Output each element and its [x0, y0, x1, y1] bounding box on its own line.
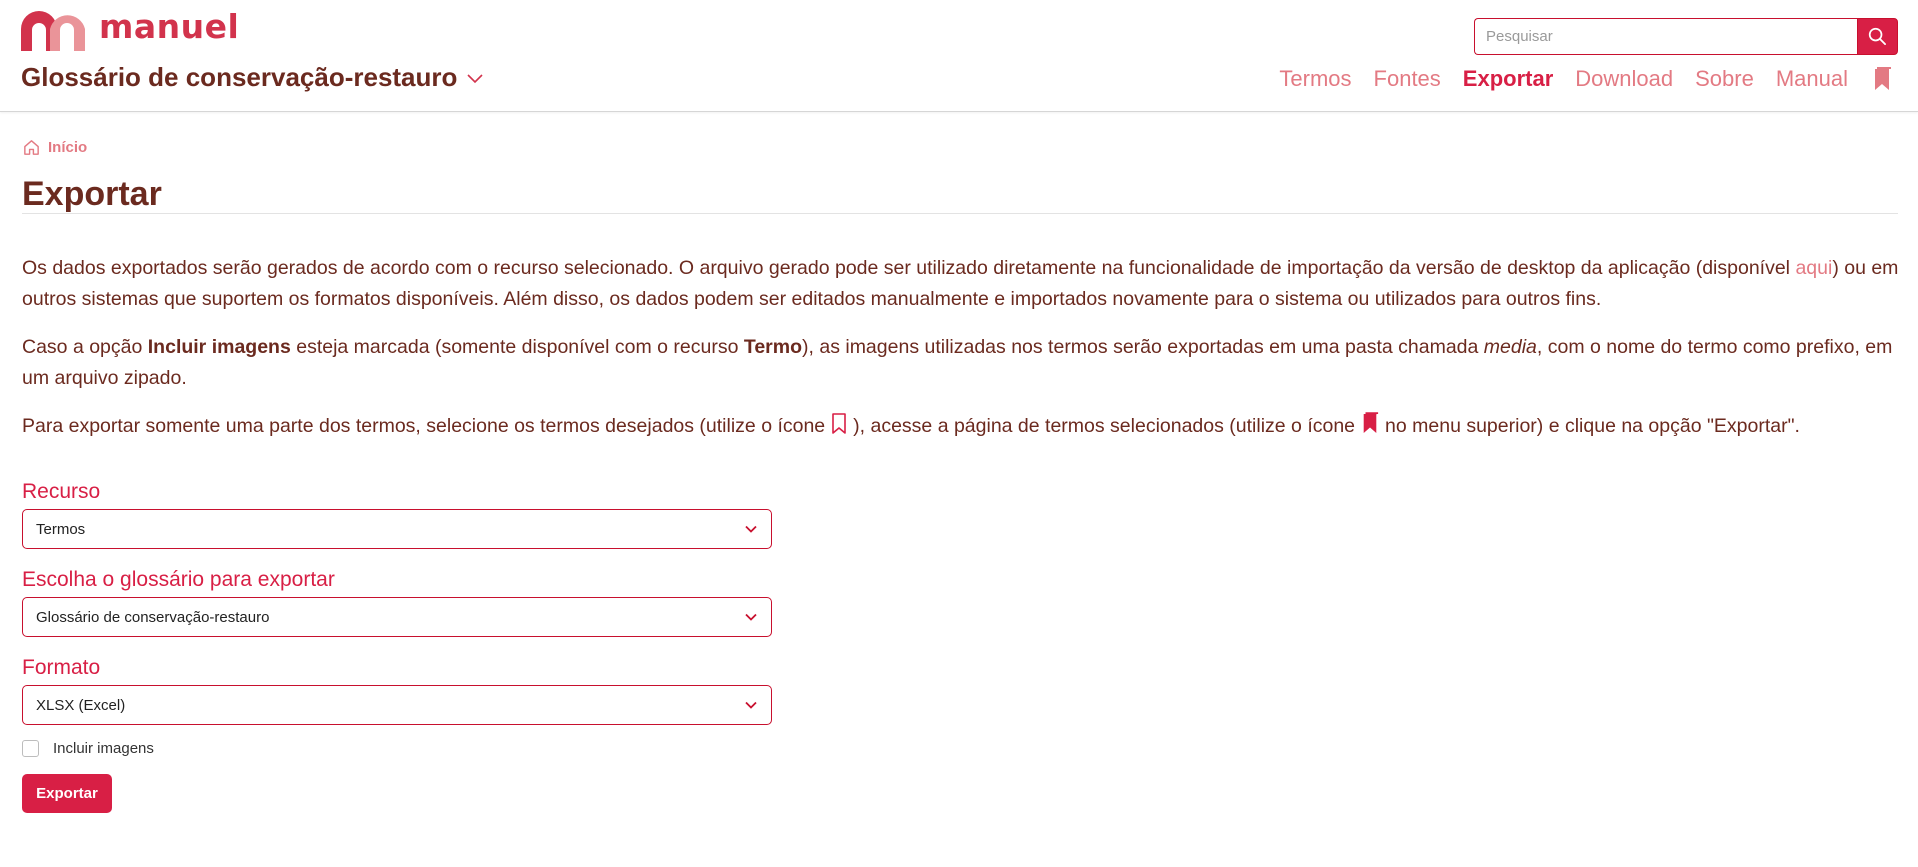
partial-export-paragraph: Para exportar somente uma parte dos term… [22, 411, 1902, 445]
nav-manual[interactable]: Manual [1776, 66, 1848, 92]
images-bold-1: Incluir imagens [147, 336, 291, 358]
images-text-2: esteja marcada (somente disponível com o… [290, 336, 744, 358]
export-button[interactable]: Exportar [22, 774, 112, 813]
include-images-checkbox[interactable] [22, 740, 39, 757]
nav-termos[interactable]: Termos [1279, 66, 1351, 92]
glossary-selector[interactable]: Glossário de conservação-restauro [21, 62, 483, 93]
search-input[interactable] [1474, 18, 1857, 55]
include-images-row: Incluir imagens [22, 740, 154, 757]
app-title: Glossário de conservação-restauro [21, 62, 458, 92]
desktop-download-link[interactable]: aqui [1795, 257, 1832, 279]
bookmark-filled-icon [1361, 412, 1379, 445]
logo-wordmark: manuel [99, 6, 240, 46]
images-bold-2: Termo [743, 336, 803, 358]
resource-value: Termos [36, 520, 86, 538]
format-value: XLSX (Excel) [36, 696, 126, 714]
search-button[interactable] [1857, 18, 1898, 55]
glossary-label: Escolha o glossário para exportar [22, 568, 335, 591]
home-icon [24, 140, 39, 155]
bookmark-outline-icon [831, 413, 847, 445]
glossary-value: Glossário de conservação-restauro [36, 608, 270, 626]
title-divider [22, 213, 1898, 214]
breadcrumb[interactable]: Início [22, 138, 87, 157]
intro-text-1: Os dados exportados serão gerados de aco… [22, 257, 1796, 279]
logo-mark-icon [21, 11, 85, 51]
chevron-down-icon [745, 701, 757, 709]
resource-select[interactable]: Termos [22, 509, 772, 549]
selected-terms-bookmark-icon[interactable] [1872, 66, 1892, 92]
chevron-down-icon [745, 525, 757, 533]
chevron-down-icon [467, 73, 483, 83]
nav-fontes[interactable]: Fontes [1374, 66, 1441, 92]
format-label: Formato [22, 656, 101, 679]
include-images-label[interactable]: Incluir imagens [53, 740, 154, 757]
images-text-1: Caso a opção [22, 336, 148, 358]
chevron-down-icon [745, 613, 757, 621]
partial-text-2: ), acesse a página de termos selecionado… [853, 415, 1356, 437]
logo[interactable]: manuel [21, 7, 239, 51]
nav-download[interactable]: Download [1575, 66, 1673, 92]
page-title: Exportar [22, 175, 162, 213]
glossary-select[interactable]: Glossário de conservação-restauro [22, 597, 772, 637]
images-text-3: ), as imagens utilizadas nos termos serã… [802, 336, 1484, 358]
breadcrumb-home[interactable]: Início [48, 139, 87, 156]
images-italic: media [1483, 336, 1537, 358]
nav-exportar[interactable]: Exportar [1463, 66, 1553, 92]
main-nav: Termos Fontes Exportar Download Sobre Ma… [1257, 66, 1892, 92]
images-paragraph: Caso a opção Incluir imagens esteja marc… [22, 332, 1902, 394]
format-select[interactable]: XLSX (Excel) [22, 685, 772, 725]
intro-paragraph: Os dados exportados serão gerados de aco… [22, 253, 1902, 315]
top-bar: manuel Glossário de conservação-restauro… [0, 0, 1918, 112]
resource-label: Recurso [22, 480, 101, 503]
nav-sobre[interactable]: Sobre [1695, 66, 1754, 92]
partial-text-3: no menu superior) e clique na opção "Exp… [1385, 415, 1800, 437]
search-form [1474, 18, 1898, 55]
partial-text-1: Para exportar somente uma parte dos term… [22, 415, 826, 437]
search-icon [1868, 27, 1887, 46]
